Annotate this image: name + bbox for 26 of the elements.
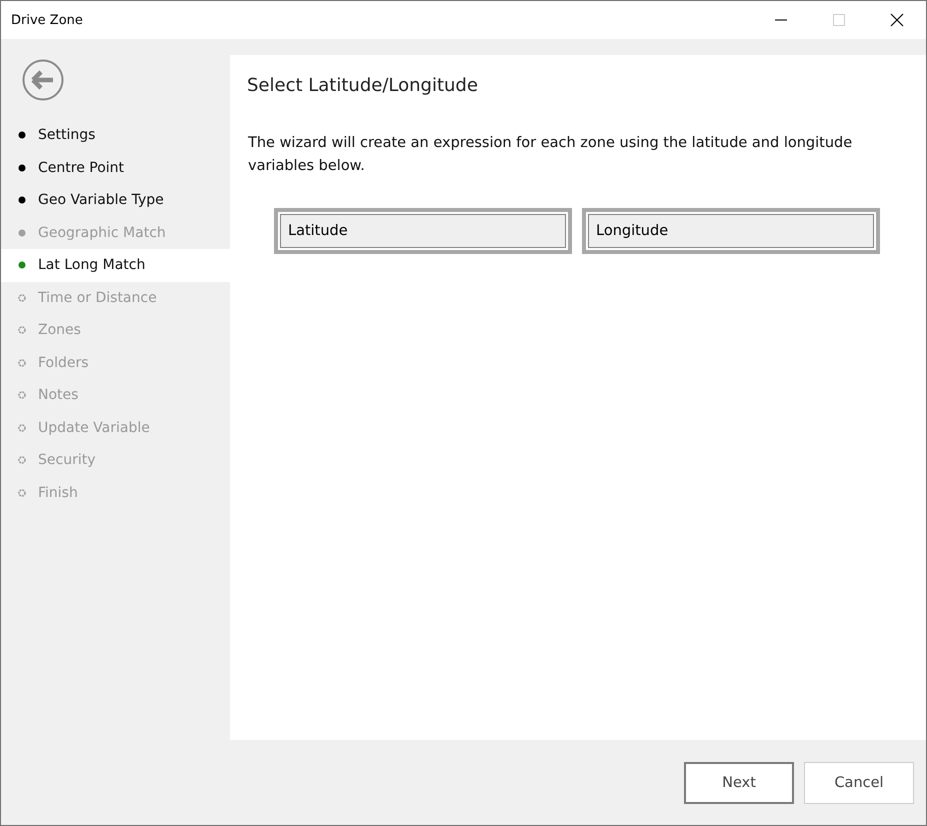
close-icon[interactable] bbox=[890, 13, 904, 27]
step-item[interactable]: Settings bbox=[1, 119, 230, 152]
step-status-icon bbox=[18, 358, 26, 367]
step-status-icon bbox=[18, 228, 26, 237]
back-button[interactable] bbox=[22, 59, 64, 101]
step-item[interactable]: Centre Point bbox=[1, 152, 230, 184]
step-status-icon bbox=[18, 131, 26, 140]
drop-field[interactable]: Latitude bbox=[274, 208, 572, 254]
step-status-icon bbox=[18, 196, 26, 204]
step-status-icon bbox=[18, 424, 26, 432]
step-status-icon bbox=[18, 294, 26, 302]
step-item[interactable]: Geo Variable Type bbox=[1, 184, 230, 216]
step-status-icon bbox=[18, 326, 26, 334]
cancel-button[interactable]: Cancel bbox=[804, 762, 914, 804]
description-text: The wizard will create an expression for each zone using the latitude and longitude variables below. bbox=[248, 134, 854, 176]
step-item[interactable]: Lat Long Match bbox=[1, 249, 230, 282]
minimize-icon[interactable] bbox=[775, 19, 787, 21]
step-status-icon bbox=[18, 456, 26, 464]
step-status-icon bbox=[18, 488, 26, 497]
step-status-icon bbox=[18, 261, 26, 270]
step-status-icon bbox=[18, 391, 26, 400]
page-heading: Select Latitude/Longitude bbox=[247, 75, 479, 96]
drop-field[interactable]: Longitude bbox=[582, 208, 880, 254]
step-status-icon bbox=[18, 164, 26, 172]
next-button[interactable]: Next bbox=[684, 762, 794, 804]
window-title: Drive Zone bbox=[10, 12, 83, 28]
